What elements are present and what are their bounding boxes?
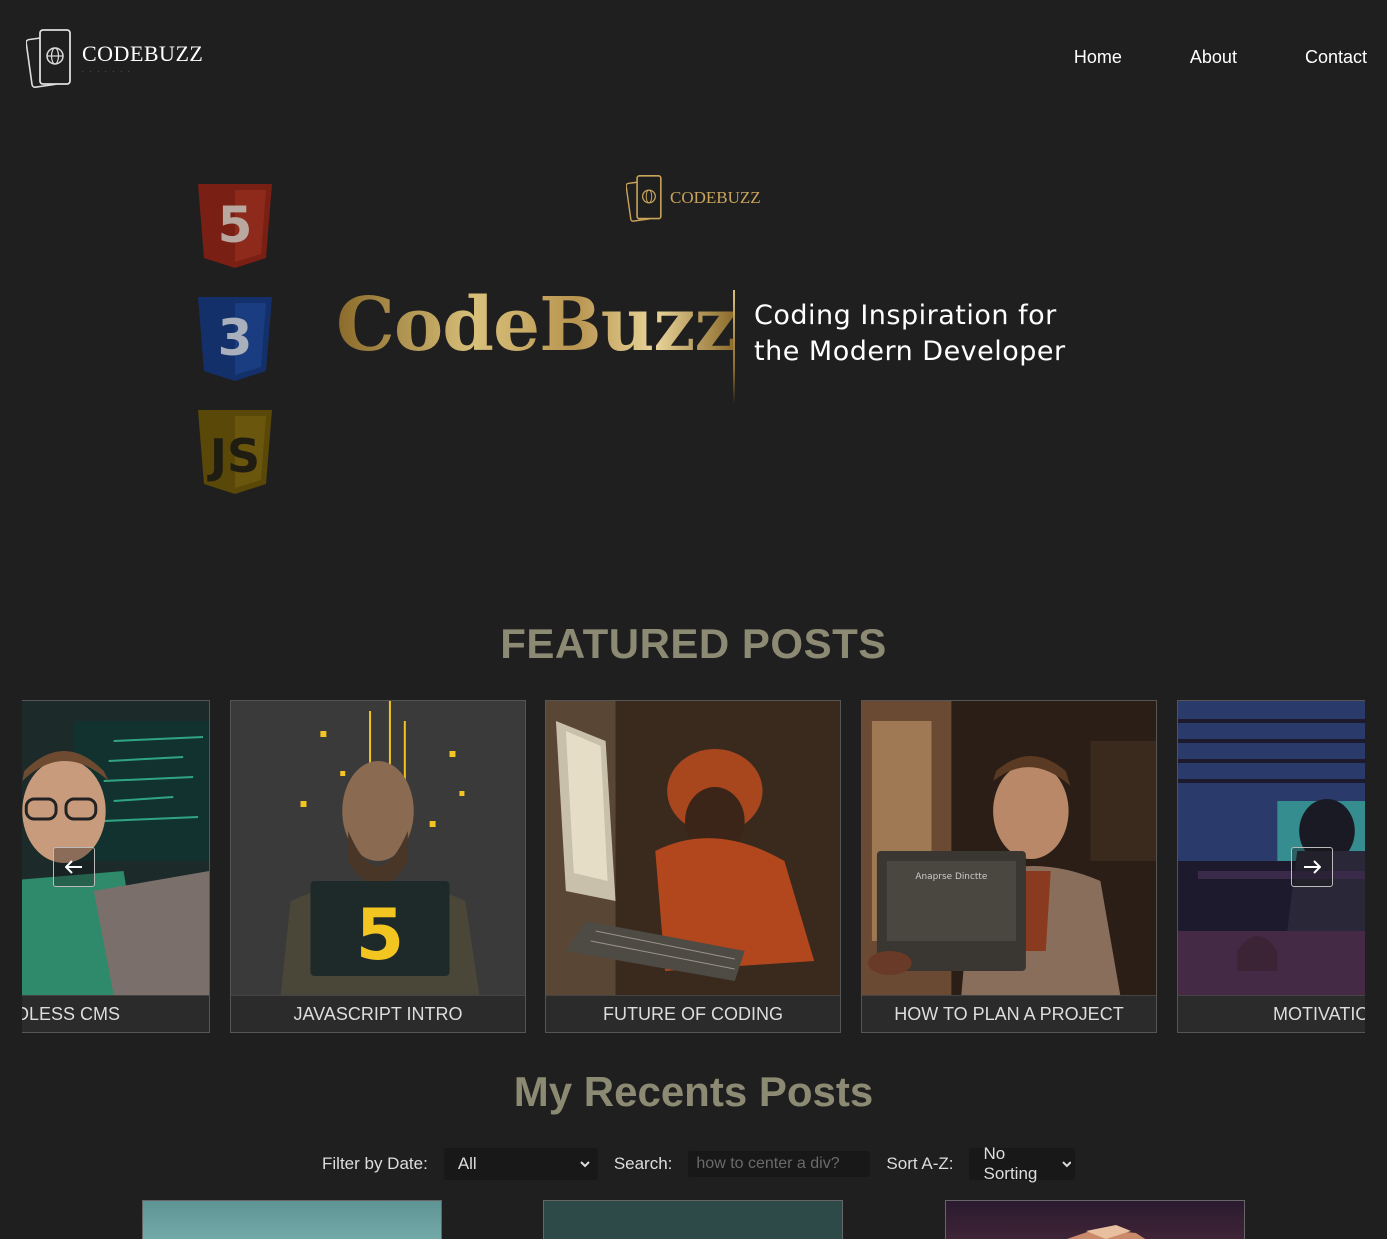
logo-text: CODEBUZZ (82, 41, 204, 66)
card-image-js-developer: 5 (231, 701, 525, 995)
arrow-right-icon (1304, 860, 1321, 874)
card-title: JAVASCRIPT INTRO (231, 995, 525, 1032)
card-title: FUTURE OF CODING (546, 995, 840, 1032)
card-image-child-coding (546, 701, 840, 995)
nav-contact-link[interactable]: Contact (1305, 47, 1367, 68)
recent-post-card[interactable] (543, 1200, 843, 1239)
hero-tagline-line1: Coding Inspiration for (754, 300, 1057, 331)
nav-about-link[interactable]: About (1190, 47, 1237, 68)
svg-text:3: 3 (218, 309, 253, 367)
featured-card[interactable]: FUTURE OF CODING (545, 700, 841, 1033)
passport-globe-icon (626, 175, 662, 222)
html5-badge-icon: 5 (198, 184, 272, 268)
featured-card[interactable]: Anaprse Dinctte HOW TO PLAN A PROJECT (861, 700, 1157, 1033)
chevron-down-icon (1062, 1161, 1072, 1168)
search-input[interactable] (688, 1151, 871, 1177)
featured-card[interactable]: MOTIVATIO (1177, 700, 1365, 1033)
hero-title: CodeBuzz (336, 282, 736, 368)
featured-carousel: ADLESS CMS 5 JAVAS (22, 700, 1365, 1033)
featured-card[interactable]: 5 JAVASCRIPT INTRO (230, 700, 526, 1033)
carousel-prev-button[interactable] (53, 847, 95, 887)
svg-text:5: 5 (218, 196, 253, 254)
filter-date-select[interactable]: All (443, 1148, 598, 1180)
card-title: MOTIVATIO (1178, 995, 1365, 1032)
js-badge-icon: JS (198, 410, 272, 494)
card-image-project-planning: Anaprse Dinctte (862, 701, 1156, 995)
hero-tagline-line2: the Modern Developer (754, 336, 1066, 367)
filter-date-label: Filter by Date: (322, 1154, 428, 1173)
site-logo[interactable]: CODEBUZZ ······· (26, 26, 203, 90)
filter-date-value: All (457, 1154, 477, 1173)
passport-globe-icon (26, 29, 71, 88)
sort-select[interactable]: No Sorting (969, 1144, 1076, 1183)
recent-card-image (1066, 1225, 1146, 1239)
hero-logo-text: CODEBUZZ (670, 188, 761, 207)
hero-logo: CODEBUZZ (626, 172, 761, 224)
svg-text:Anaprse Dinctte: Anaprse Dinctte (915, 872, 987, 882)
sort-value: No Sorting (983, 1144, 1038, 1183)
logo-tagline-dots: ······· (82, 69, 136, 75)
recent-post-card[interactable] (945, 1200, 1245, 1239)
carousel-next-button[interactable] (1291, 847, 1333, 887)
featured-card[interactable]: ADLESS CMS (22, 700, 210, 1033)
main-nav: Home About Contact (1006, 47, 1387, 68)
hero-tagline: Coding Inspiration for the Modern Develo… (754, 298, 1066, 370)
chevron-down-icon (580, 1161, 590, 1168)
recent-posts-title: My Recents Posts (513, 1068, 874, 1115)
card-title: HOW TO PLAN A PROJECT (862, 995, 1156, 1032)
tech-badges: 5 3 JS (196, 182, 278, 521)
post-filters: Filter by Date: All Search: Sort A-Z: No… (322, 1144, 1091, 1183)
svg-text:5: 5 (356, 895, 404, 976)
search-label: Search: (613, 1154, 673, 1173)
recent-post-card[interactable] (142, 1200, 442, 1239)
hero-divider (733, 290, 735, 404)
arrow-left-icon (65, 860, 82, 874)
card-title: ADLESS CMS (22, 995, 209, 1032)
sort-label: Sort A-Z: (886, 1154, 954, 1173)
nav-home-link[interactable]: Home (1074, 47, 1122, 68)
site-header: CODEBUZZ ······· Home About Contact (0, 0, 1387, 118)
svg-text:JS: JS (207, 429, 260, 483)
css3-badge-icon: 3 (198, 297, 272, 381)
card-image-motivation (1178, 701, 1365, 995)
card-image-developer (22, 701, 209, 995)
featured-posts-title: FEATURED POSTS (500, 620, 887, 667)
